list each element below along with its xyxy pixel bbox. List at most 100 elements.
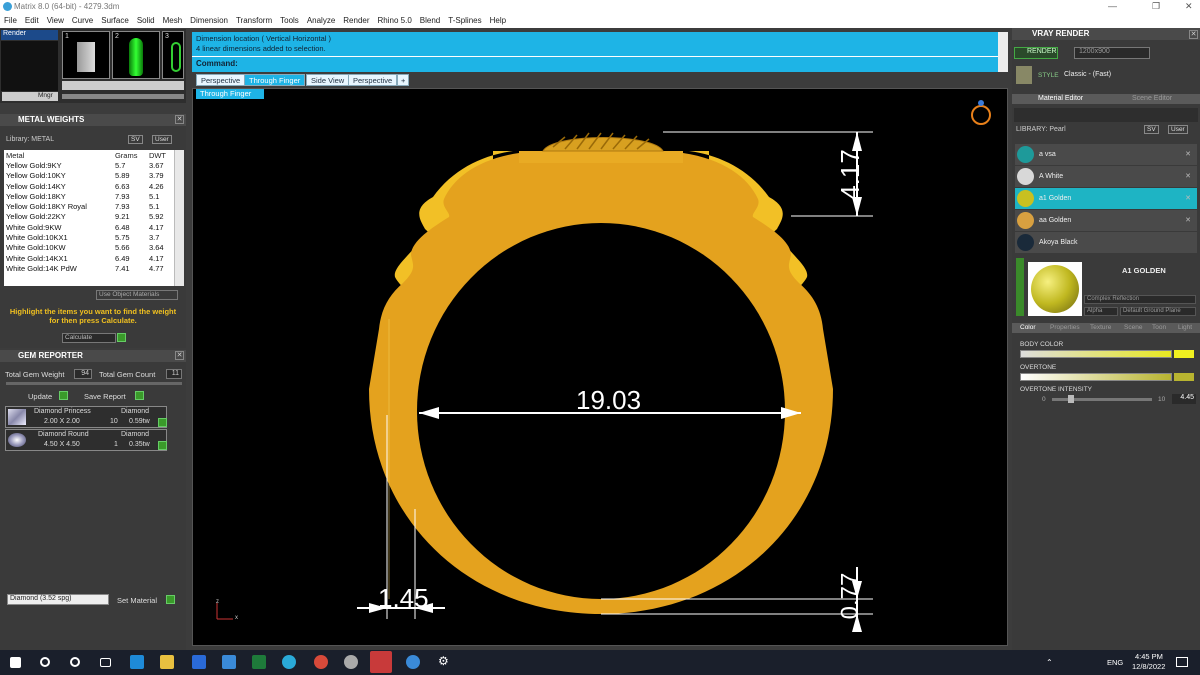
rhino-icon[interactable]	[344, 655, 358, 669]
vray-user-toggle[interactable]: User	[1168, 125, 1188, 134]
tab-perspective-2[interactable]: Perspective	[348, 74, 398, 86]
subtab-texture[interactable]: Texture	[1090, 324, 1111, 331]
gem-row-round[interactable]: Diamond Round 4.50 X 4.50 Diamond 1 0.35…	[5, 429, 167, 451]
clock-date[interactable]: 12/8/2022	[1132, 662, 1165, 671]
menu-tools[interactable]: Tools	[276, 14, 303, 28]
tab-material-editor[interactable]: Material Editor	[1038, 95, 1083, 102]
add-tab-button[interactable]: +	[397, 74, 410, 86]
maximize-button[interactable]: ❐	[1152, 1, 1160, 12]
metal-row[interactable]: White Gold:10KX1 5.75 3.7	[4, 232, 174, 243]
style-select[interactable]: Classic - (Fast)	[1064, 71, 1111, 78]
tab-scene-editor[interactable]: Scene Editor	[1132, 95, 1172, 102]
subtab-color[interactable]: Color	[1020, 324, 1036, 331]
ground-select[interactable]: Default Ground Plane	[1120, 307, 1196, 316]
menu-curve[interactable]: Curve	[68, 14, 97, 28]
calculate-button[interactable]: Calculate	[62, 333, 116, 343]
menu-dimension[interactable]: Dimension	[186, 14, 232, 28]
update-go-icon[interactable]	[59, 391, 68, 400]
metal-row[interactable]: Yellow Gold:22KY 9.21 5.92	[4, 211, 174, 223]
round-go-icon[interactable]	[158, 441, 167, 450]
save-report-button[interactable]: Save Report	[84, 392, 126, 401]
user-toggle[interactable]: User	[152, 135, 172, 144]
body-color-swatch[interactable]	[1174, 350, 1194, 358]
material-item-4[interactable]: Akoya Black	[1015, 232, 1197, 253]
menu-solid[interactable]: Solid	[133, 14, 159, 28]
metal-row[interactable]: White Gold:9KW 6.48 4.17	[4, 222, 174, 233]
set-material-button[interactable]: Set Material	[117, 596, 157, 605]
command-prompt[interactable]: Command:	[196, 59, 238, 68]
command-scrollbar[interactable]	[998, 32, 1008, 72]
zoom-icon[interactable]	[406, 655, 420, 669]
close-button[interactable]: ✕	[1185, 1, 1193, 12]
overtone-slider[interactable]	[1020, 373, 1172, 381]
metal-row[interactable]: White Gold:14KX1 6.49 4.17	[4, 252, 174, 264]
col-metal[interactable]: Metal	[4, 150, 113, 160]
menu-rhino[interactable]: Rhino 5.0	[374, 14, 416, 28]
search-icon[interactable]	[40, 657, 50, 667]
use-object-materials-button[interactable]: Use Object Materials	[96, 290, 178, 300]
chrome-icon[interactable]	[314, 655, 328, 669]
settings-gear-icon[interactable]: ⚙	[438, 654, 452, 668]
material-item-1[interactable]: A White ✕	[1015, 166, 1197, 187]
menu-tsplines[interactable]: T-Splines	[444, 14, 485, 28]
reflection-select[interactable]: Complex Reflection	[1084, 295, 1196, 304]
app-icon[interactable]	[282, 655, 296, 669]
material-item-3[interactable]: aa Golden ✕	[1015, 210, 1197, 231]
save-report-go-icon[interactable]	[135, 391, 144, 400]
menu-edit[interactable]: Edit	[21, 14, 43, 28]
store-icon[interactable]	[192, 655, 206, 669]
menu-file[interactable]: File	[0, 14, 21, 28]
tab-through-finger[interactable]: Through Finger	[244, 74, 306, 86]
thumbnail-scrollbar[interactable]	[62, 94, 184, 99]
excel-icon[interactable]	[252, 655, 266, 669]
sv-toggle[interactable]: SV	[128, 135, 143, 144]
material-item-0[interactable]: a vsa ✕	[1015, 144, 1197, 165]
metal-row[interactable]: White Gold:14K PdW 7.41 4.77	[4, 263, 174, 274]
viewport[interactable]: Through Finger 19.03 4.17 1.45 0.77 z x	[192, 88, 1008, 646]
minimize-button[interactable]: —	[1108, 1, 1117, 11]
render-button[interactable]: RENDER	[1014, 47, 1058, 59]
thumbnail-1[interactable]: 1	[62, 31, 110, 79]
subtab-properties[interactable]: Properties	[1050, 324, 1080, 331]
material-select[interactable]: Diamond (3.52 spg)	[7, 594, 109, 605]
intensity-thumb[interactable]	[1068, 395, 1074, 403]
preview-collapse-handle[interactable]	[1016, 258, 1024, 316]
menu-view[interactable]: View	[43, 14, 68, 28]
menu-mesh[interactable]: Mesh	[159, 14, 187, 28]
edge-icon[interactable]	[130, 655, 144, 669]
menu-transform[interactable]: Transform	[232, 14, 276, 28]
subtab-toon[interactable]: Toon	[1152, 324, 1166, 331]
body-color-slider[interactable]	[1020, 350, 1172, 358]
subtab-scene[interactable]: Scene	[1124, 324, 1142, 331]
overtone-swatch[interactable]	[1174, 373, 1194, 381]
table-scrollbar[interactable]	[174, 150, 184, 286]
notifications-icon[interactable]	[1176, 657, 1188, 667]
language-indicator[interactable]: ENG	[1107, 658, 1123, 667]
mngr-button[interactable]: Mngr	[2, 92, 58, 101]
metal-row[interactable]: Yellow Gold:18KY 7.93 5.1	[4, 191, 174, 202]
mail-icon[interactable]	[222, 655, 236, 669]
task-view-icon[interactable]	[100, 658, 111, 667]
calculate-go-icon[interactable]	[117, 333, 126, 342]
render-dropdown[interactable]: Render	[1, 30, 58, 40]
metal-row[interactable]: Yellow Gold:9KY 5.7 3.67	[4, 160, 174, 171]
princess-go-icon[interactable]	[158, 418, 167, 427]
metal-weights-close-icon[interactable]: ✕	[175, 115, 184, 124]
menu-blend[interactable]: Blend	[416, 14, 444, 28]
intensity-slider[interactable]	[1052, 398, 1152, 401]
menu-surface[interactable]: Surface	[97, 14, 133, 28]
metal-row[interactable]: Yellow Gold:18KY Royal 7.93 5.1	[4, 201, 174, 212]
metal-row[interactable]: White Gold:10KW 5.66 3.64	[4, 242, 174, 253]
resolution-field[interactable]: 1200x900	[1074, 47, 1150, 59]
col-grams[interactable]: Grams	[113, 150, 147, 160]
ring-view-icon[interactable]	[971, 105, 991, 125]
menu-render[interactable]: Render	[339, 14, 373, 28]
tray-chevron-icon[interactable]: ⌃	[1046, 658, 1053, 667]
vray-sv-toggle[interactable]: SV	[1144, 125, 1159, 134]
alpha-field[interactable]: Alpha	[1084, 307, 1118, 316]
menu-analyze[interactable]: Analyze	[303, 14, 339, 28]
gem-reporter-close-icon[interactable]: ✕	[175, 351, 184, 360]
update-button[interactable]: Update	[28, 392, 52, 401]
tab-perspective[interactable]: Perspective	[196, 74, 246, 86]
cortana-icon[interactable]	[70, 657, 80, 667]
